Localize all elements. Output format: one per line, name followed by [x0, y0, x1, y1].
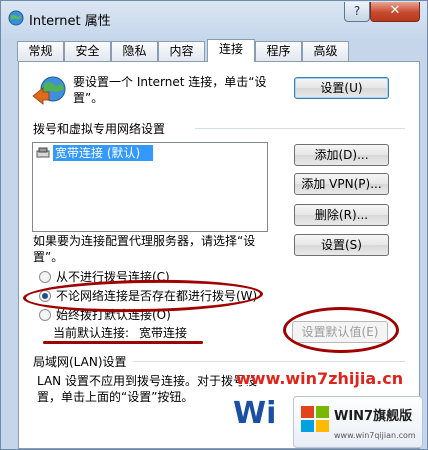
close-button[interactable]: ✕: [370, 2, 420, 22]
add-button[interactable]: 添加(D)...: [294, 144, 389, 166]
tab-content[interactable]: 内容: [158, 41, 205, 61]
radio-never-dial[interactable]: [39, 271, 51, 283]
watermark-site-text: www.win7zhijia.cn: [236, 369, 404, 388]
connection-item-label: 宽带连接 (默认): [55, 146, 141, 160]
internet-globe-icon: [8, 10, 24, 26]
internet-properties-window: Internet 属性 ? ✕ 常规 安全 隐私 内容 连接 程序 高级 要设置…: [0, 0, 428, 450]
connections-list[interactable]: 宽带连接 (默认): [32, 142, 268, 232]
title-bar[interactable]: Internet 属性 ? ✕: [1, 1, 427, 35]
annotation-underline: [43, 341, 203, 344]
add-vpn-button[interactable]: 添加 VPN(P)...: [294, 173, 389, 195]
group-divider: [195, 128, 405, 129]
radio-always-dial-default[interactable]: [39, 309, 51, 321]
radio-dial-whenever[interactable]: [39, 290, 51, 302]
setup-button[interactable]: 设置(U): [294, 77, 389, 99]
badge-url: www.win7qijian.com: [334, 431, 416, 440]
win7-badge: WIN7旗舰版 www.win7qijian.com: [293, 396, 423, 448]
set-default-button[interactable]: 设置默认值(E): [292, 321, 388, 343]
setup-description-line2: 置”。: [73, 91, 104, 105]
connection-item-broadband[interactable]: 宽带连接 (默认): [53, 145, 153, 161]
svg-text:Wi: Wi: [233, 396, 276, 431]
current-default-label: 当前默认连接:: [53, 326, 130, 340]
network-setup-icon: [32, 76, 66, 105]
proxy-description-line1: 如果要为连接配置代理服务器，请选择“设: [33, 234, 256, 248]
tab-advanced[interactable]: 高级: [302, 41, 349, 61]
lan-group-label: 局域网(LAN)设置: [33, 355, 127, 369]
help-button[interactable]: ?: [344, 2, 370, 22]
current-default-value: 宽带连接: [139, 326, 188, 340]
lan-description-line2: 置，单击上面的“设置”按钮。: [37, 390, 194, 404]
lan-description-line1: LAN 设置不应用到拨号连接。对于拨号设: [37, 374, 257, 388]
radio-always-dial-default-label[interactable]: 始终拨打默认连接(O): [56, 307, 171, 323]
win7-logo-icon: Wi: [233, 396, 276, 431]
tab-connections[interactable]: 连接: [207, 39, 255, 62]
radio-dial-whenever-label[interactable]: 不论网络连接是否存在都进行拨号(W): [56, 288, 257, 304]
tab-strip: 常规 安全 隐私 内容 连接 程序 高级: [17, 39, 417, 62]
connections-panel: 要设置一个 Internet 连接，单击“设 置”。 设置(U) 拨号和虚拟专用…: [18, 61, 420, 449]
setup-description-line1: 要设置一个 Internet 连接，单击“设: [73, 75, 267, 89]
broadband-connection-icon: [36, 147, 50, 158]
radio-never-dial-label[interactable]: 从不进行拨号连接(C): [56, 269, 170, 285]
badge-title: WIN7旗舰版: [334, 409, 413, 424]
tab-privacy[interactable]: 隐私: [111, 41, 158, 61]
tab-programs[interactable]: 程序: [255, 41, 302, 61]
tab-general[interactable]: 常规: [17, 41, 64, 61]
dialup-group-label: 拨号和虚拟专用网络设置: [33, 122, 166, 136]
window-title: Internet 属性: [29, 14, 111, 29]
proxy-description-line2: 置”。: [33, 250, 64, 264]
group-divider: [133, 361, 405, 362]
tab-security[interactable]: 安全: [64, 41, 111, 61]
delete-button[interactable]: 删除(R)...: [294, 204, 389, 226]
windows-flag-icon: [301, 406, 329, 432]
dialup-settings-button[interactable]: 设置(S): [294, 234, 389, 256]
